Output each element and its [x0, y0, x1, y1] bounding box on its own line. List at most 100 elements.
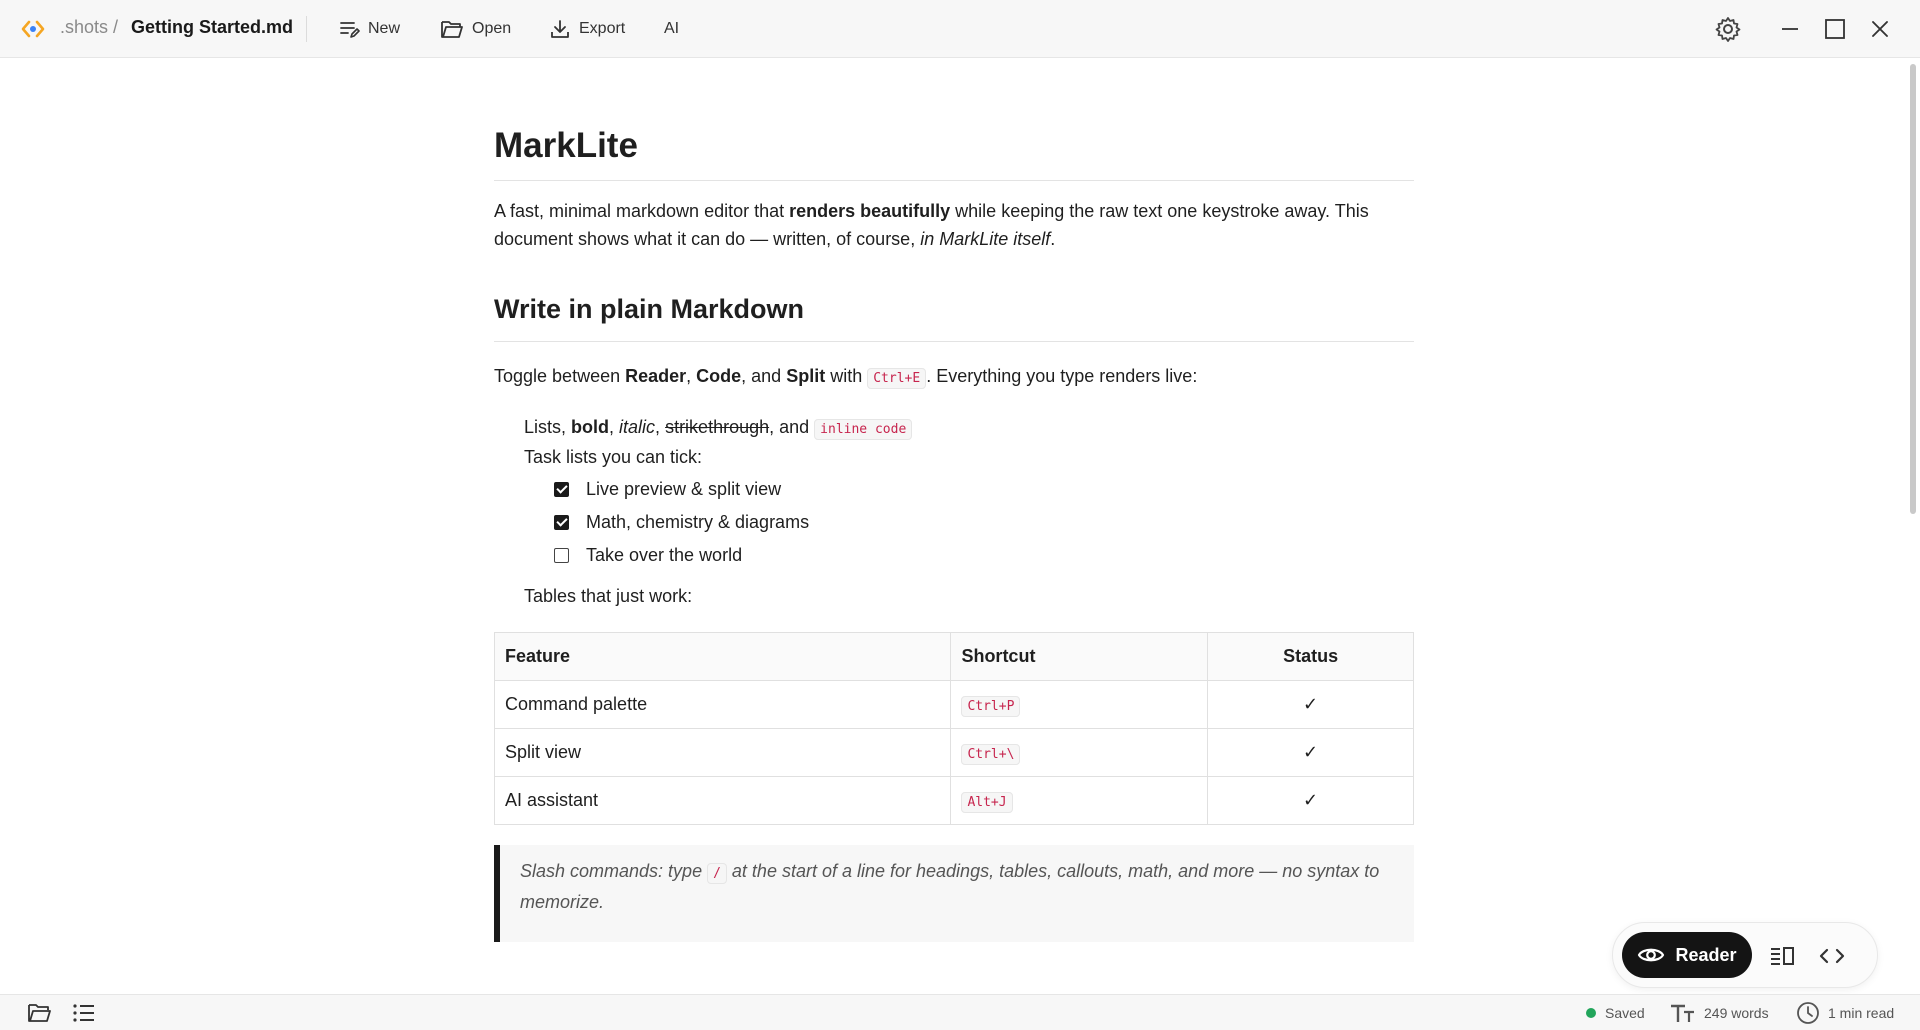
task-checkbox-checked[interactable]	[554, 482, 569, 497]
feature-table: Feature Shortcut Status Command palette …	[493, 632, 1414, 825]
task-checkbox-unchecked[interactable]	[554, 548, 569, 563]
reader-mode-button[interactable]: Reader	[1622, 932, 1752, 978]
intro-italic: in MarkLite itself	[920, 229, 1051, 249]
document-body[interactable]: MarkLite A fast, minimal markdown editor…	[493, 58, 1414, 942]
toggle-text: with	[825, 366, 868, 386]
new-document-icon	[340, 22, 360, 38]
text-size-icon	[1671, 1004, 1694, 1022]
task-item[interactable]: Live preview & split view	[554, 473, 1414, 506]
list-bold: bold	[571, 417, 610, 437]
document-title: MarkLite	[494, 124, 1414, 181]
split-view-icon	[1771, 947, 1794, 965]
table-cell: Ctrl+\	[950, 728, 1209, 777]
table-row: AI assistant Alt+J ✓	[493, 776, 1414, 825]
toggle-paragraph: Toggle between Reader, Code, and Split w…	[494, 362, 1414, 393]
list-inline-code: inline code	[814, 419, 913, 440]
split-mode-button[interactable]	[1767, 941, 1797, 971]
status-check: ✓	[1207, 776, 1414, 825]
shortcut-code: Alt+J	[961, 792, 1013, 813]
close-button[interactable]	[1865, 14, 1895, 44]
toggle-bold-split: Split	[786, 366, 826, 386]
task-list: Live preview & split view Math, chemistr…	[524, 473, 1414, 572]
task-checkbox-checked[interactable]	[554, 515, 569, 530]
export-button-label: Export	[579, 20, 626, 37]
intro-text: A fast, minimal markdown editor that	[494, 201, 790, 221]
table-cell: Ctrl+P	[950, 680, 1209, 729]
toggle-text: , and	[741, 366, 787, 386]
save-status: Saved	[1586, 1003, 1645, 1023]
maximize-button[interactable]	[1820, 14, 1850, 44]
list-text: , and	[769, 417, 815, 437]
list-icon	[73, 1004, 94, 1022]
save-status-label: Saved	[1605, 1005, 1645, 1021]
title-bar: .shots / Getting Started.md New Open Exp…	[0, 0, 1920, 58]
toggle-bold-code: Code	[696, 366, 742, 386]
section-heading: Write in plain Markdown	[494, 291, 1414, 342]
shortcut-code: Ctrl+P	[961, 696, 1021, 717]
table-row: Command palette Ctrl+P ✓	[493, 680, 1414, 729]
intro-paragraph: A fast, minimal markdown editor that ren…	[494, 197, 1414, 253]
close-icon	[1872, 21, 1888, 37]
eye-icon	[1638, 948, 1665, 962]
callout-text: Slash commands: type	[520, 861, 708, 881]
toggle-text: ,	[686, 366, 697, 386]
list-text: Lists,	[524, 417, 572, 437]
table-cell: Command palette	[493, 680, 952, 729]
read-time: 1 min read	[1796, 1002, 1895, 1024]
document-filename[interactable]: Getting Started.md	[131, 17, 293, 38]
table-cell: AI assistant	[493, 776, 952, 825]
task-label: Math, chemistry & diagrams	[586, 512, 810, 532]
callout-blockquote: Slash commands: type / at the start of a…	[494, 845, 1414, 942]
list-strikethrough: strikethrough	[665, 417, 770, 437]
reader-mode-label: Reader	[1675, 944, 1737, 965]
word-count: 249 words	[1670, 1003, 1769, 1023]
status-bar: Saved 249 words 1 min read	[0, 994, 1920, 1030]
document-scrollbar[interactable]	[1906, 58, 1920, 994]
task-item[interactable]: Math, chemistry & diagrams	[554, 506, 1414, 539]
list-text: ,	[655, 417, 666, 437]
shortcut-code: Ctrl+\	[961, 744, 1021, 765]
view-mode-switcher: Reader	[1612, 922, 1878, 988]
table-cell: Split view	[493, 728, 952, 777]
code-icon	[1819, 948, 1845, 964]
minimize-button[interactable]	[1775, 14, 1805, 44]
clock-icon	[1797, 1002, 1819, 1024]
list-italic: italic	[619, 417, 656, 437]
open-button-label: Open	[472, 20, 512, 37]
task-item[interactable]: Take over the world	[554, 539, 1414, 572]
settings-button[interactable]	[1713, 14, 1743, 44]
slash-code: /	[707, 863, 727, 884]
word-count-label: 249 words	[1704, 1005, 1769, 1021]
status-check: ✓	[1207, 728, 1414, 777]
table-header: Feature	[493, 632, 952, 681]
status-check: ✓	[1207, 680, 1414, 729]
toolbar-divider	[306, 16, 307, 42]
list-item: Lists, bold, italic, strikethrough, and …	[524, 413, 1414, 443]
intro-bold: renders beautifully	[789, 201, 951, 221]
table-header-row: Feature Shortcut Status	[493, 632, 1414, 681]
read-time-label: 1 min read	[1828, 1005, 1895, 1021]
new-button[interactable]: New	[338, 13, 400, 45]
intro-text: .	[1050, 229, 1056, 249]
open-button[interactable]: Open	[440, 13, 511, 45]
gear-icon	[1715, 17, 1741, 42]
table-cell: Alt+J	[950, 776, 1209, 825]
toggle-bold-reader: Reader	[625, 366, 687, 386]
table-header: Shortcut	[950, 632, 1209, 681]
ai-button[interactable]: AI	[664, 13, 679, 45]
ai-button-label: AI	[664, 20, 680, 37]
code-mode-button[interactable]	[1817, 941, 1847, 971]
maximize-icon	[1825, 19, 1845, 39]
table-header: Status	[1207, 632, 1414, 681]
table-row: Split view Ctrl+\ ✓	[493, 728, 1414, 777]
list-text: ,	[609, 417, 620, 437]
scrollbar-thumb[interactable]	[1910, 64, 1916, 514]
export-button[interactable]: Export	[549, 13, 625, 45]
file-browser-button[interactable]	[26, 1000, 54, 1026]
outline-button[interactable]	[70, 1000, 98, 1026]
breadcrumb-folder[interactable]: .shots /	[60, 17, 118, 38]
folder-open-icon	[441, 21, 463, 38]
download-icon	[551, 20, 569, 38]
app-logo-icon	[21, 20, 45, 38]
minimize-icon	[1782, 28, 1798, 30]
